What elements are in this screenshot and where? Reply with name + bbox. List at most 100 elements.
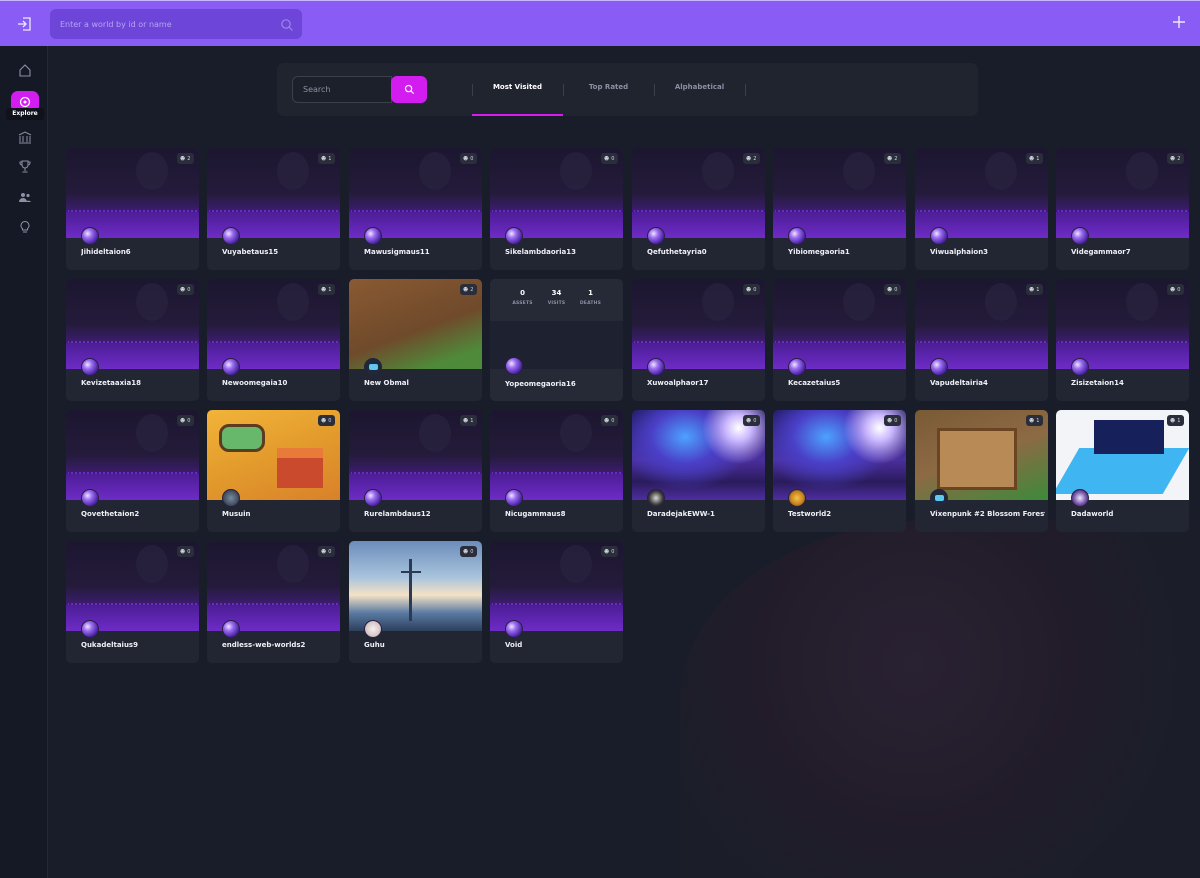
avatar[interactable] [222,358,240,376]
player-count: 2 [470,286,474,293]
avatar[interactable] [364,227,382,245]
world-card[interactable]: ☻ 0 Kevizetaaxia18 [66,279,199,401]
avatar[interactable] [647,358,665,376]
player-count: 0 [328,548,332,555]
world-card[interactable]: ☻ 0 Kecazetaius5 [773,279,906,401]
world-card[interactable]: ☻ 2 Jihideltaion6 [66,148,199,270]
avatar[interactable] [81,489,99,507]
tab-divider [745,84,746,96]
avatar[interactable] [222,227,240,245]
world-card[interactable]: ☻ 1 Viwualphaion3 [915,148,1048,270]
avatar[interactable] [505,620,523,638]
world-card[interactable]: ☻ 0 Musuin [207,410,340,532]
tab-alphabetical[interactable]: Alphabetical [654,63,745,116]
avatar[interactable] [788,227,806,245]
world-card[interactable]: ☻ 0 Zisizetaion14 [1056,279,1189,401]
login-icon[interactable] [14,13,36,35]
world-card[interactable]: ☻ 0 Xuwoalphaor17 [632,279,765,401]
world-card[interactable]: ☻ 1 Newoomegaia10 [207,279,340,401]
world-card[interactable]: 0 ASSETS 34 VISITS 1 DEATHS Yopeomegaoria16 [490,279,623,401]
avatar[interactable] [1071,489,1089,507]
users-icon: ☻ [463,548,469,555]
world-card[interactable]: ☻ 0 Sikelambdaoria13 [490,148,623,270]
world-card[interactable]: ☻ 1 Vuyabetaus15 [207,148,340,270]
avatar[interactable] [647,489,665,507]
world-search-input[interactable] [50,9,270,39]
users-icon[interactable] [14,186,36,208]
users-icon: ☻ [321,286,327,293]
world-card[interactable]: ☻ 0 Qukadeltaius9 [66,541,199,663]
player-count: 0 [187,417,191,424]
avatar[interactable] [788,489,806,507]
search-button[interactable] [391,76,427,103]
home-icon[interactable] [14,59,36,81]
world-card[interactable]: ☻ 0 Nicugammaus8 [490,410,623,532]
world-card[interactable]: ☻ 0 Void [490,541,623,663]
users-icon: ☻ [463,155,469,162]
search-icon[interactable] [280,17,294,36]
users-icon: ☻ [180,286,186,293]
world-name: Mawusigmaus11 [364,248,430,256]
world-card[interactable]: ☻ 0 DaradejakEWW-1 [632,410,765,532]
player-count-badge: ☻ 0 [884,284,901,295]
users-icon: ☻ [887,155,893,162]
player-count: 0 [470,548,474,555]
world-stats: 0 ASSETS 34 VISITS 1 DEATHS [490,279,623,321]
world-card[interactable]: ☻ 2 Videgammaor7 [1056,148,1189,270]
player-count-badge: ☻ 0 [884,415,901,426]
world-card[interactable]: ☻ 1 Vixenpunk #2 Blossom Forest [915,410,1048,532]
avatar[interactable] [788,358,806,376]
plus-icon[interactable] [1172,14,1192,34]
stat-value: 0 [520,289,525,297]
avatar[interactable] [505,357,523,375]
world-name: Guhu [364,641,385,649]
world-card[interactable]: ☻ 2 Yibiomegaoria1 [773,148,906,270]
search-input[interactable] [293,77,391,102]
avatar[interactable] [1071,227,1089,245]
lightbulb-icon[interactable] [14,216,36,238]
thumbnail-detail [401,571,421,573]
search-field[interactable] [292,76,392,103]
stat-value: 1 [588,289,593,297]
world-card[interactable]: ☻ 2 Qefuthetayria0 [632,148,765,270]
world-card[interactable]: ☻ 0 Testworld2 [773,410,906,532]
world-card[interactable]: ☻ 0 Mawusigmaus11 [349,148,482,270]
search-icon [404,84,414,95]
avatar[interactable] [364,358,382,376]
avatar[interactable] [364,489,382,507]
world-card[interactable]: ☻ 1 Dadaworld [1056,410,1189,532]
world-name: Void [505,641,523,649]
avatar[interactable] [647,227,665,245]
world-name: Zisizetaion14 [1071,379,1124,387]
world-card[interactable]: ☻ 0 Qovethetaion2 [66,410,199,532]
world-card[interactable]: ☻ 1 Rurelambdaus12 [349,410,482,532]
tab-top-rated[interactable]: Top Rated [563,63,654,116]
avatar[interactable] [364,620,382,638]
avatar[interactable] [505,227,523,245]
bank-icon[interactable] [14,126,36,148]
tab-most-visited[interactable]: Most Visited [472,63,563,116]
users-icon: ☻ [1170,417,1176,424]
avatar[interactable] [930,358,948,376]
avatar[interactable] [505,489,523,507]
stat-assets: 0 ASSETS [509,289,537,321]
player-count: 1 [1036,417,1040,424]
world-card[interactable]: ☻ 1 Vapudeltairia4 [915,279,1048,401]
sidebar-item-label: Explore [6,108,44,120]
avatar[interactable] [81,227,99,245]
trophy-icon[interactable] [14,155,36,177]
world-name: Qefuthetayria0 [647,248,707,256]
avatar[interactable] [222,489,240,507]
avatar[interactable] [222,620,240,638]
avatar[interactable] [81,620,99,638]
avatar[interactable] [930,489,948,507]
world-search-bar[interactable] [50,9,302,39]
world-card[interactable]: ☻ 2 New Obmal [349,279,482,401]
avatar[interactable] [930,227,948,245]
world-card[interactable]: ☻ 0 Guhu [349,541,482,663]
users-icon: ☻ [180,155,186,162]
avatar[interactable] [1071,358,1089,376]
avatar[interactable] [81,358,99,376]
player-count-badge: ☻ 0 [743,284,760,295]
world-card[interactable]: ☻ 0 endless-web-worlds2 [207,541,340,663]
